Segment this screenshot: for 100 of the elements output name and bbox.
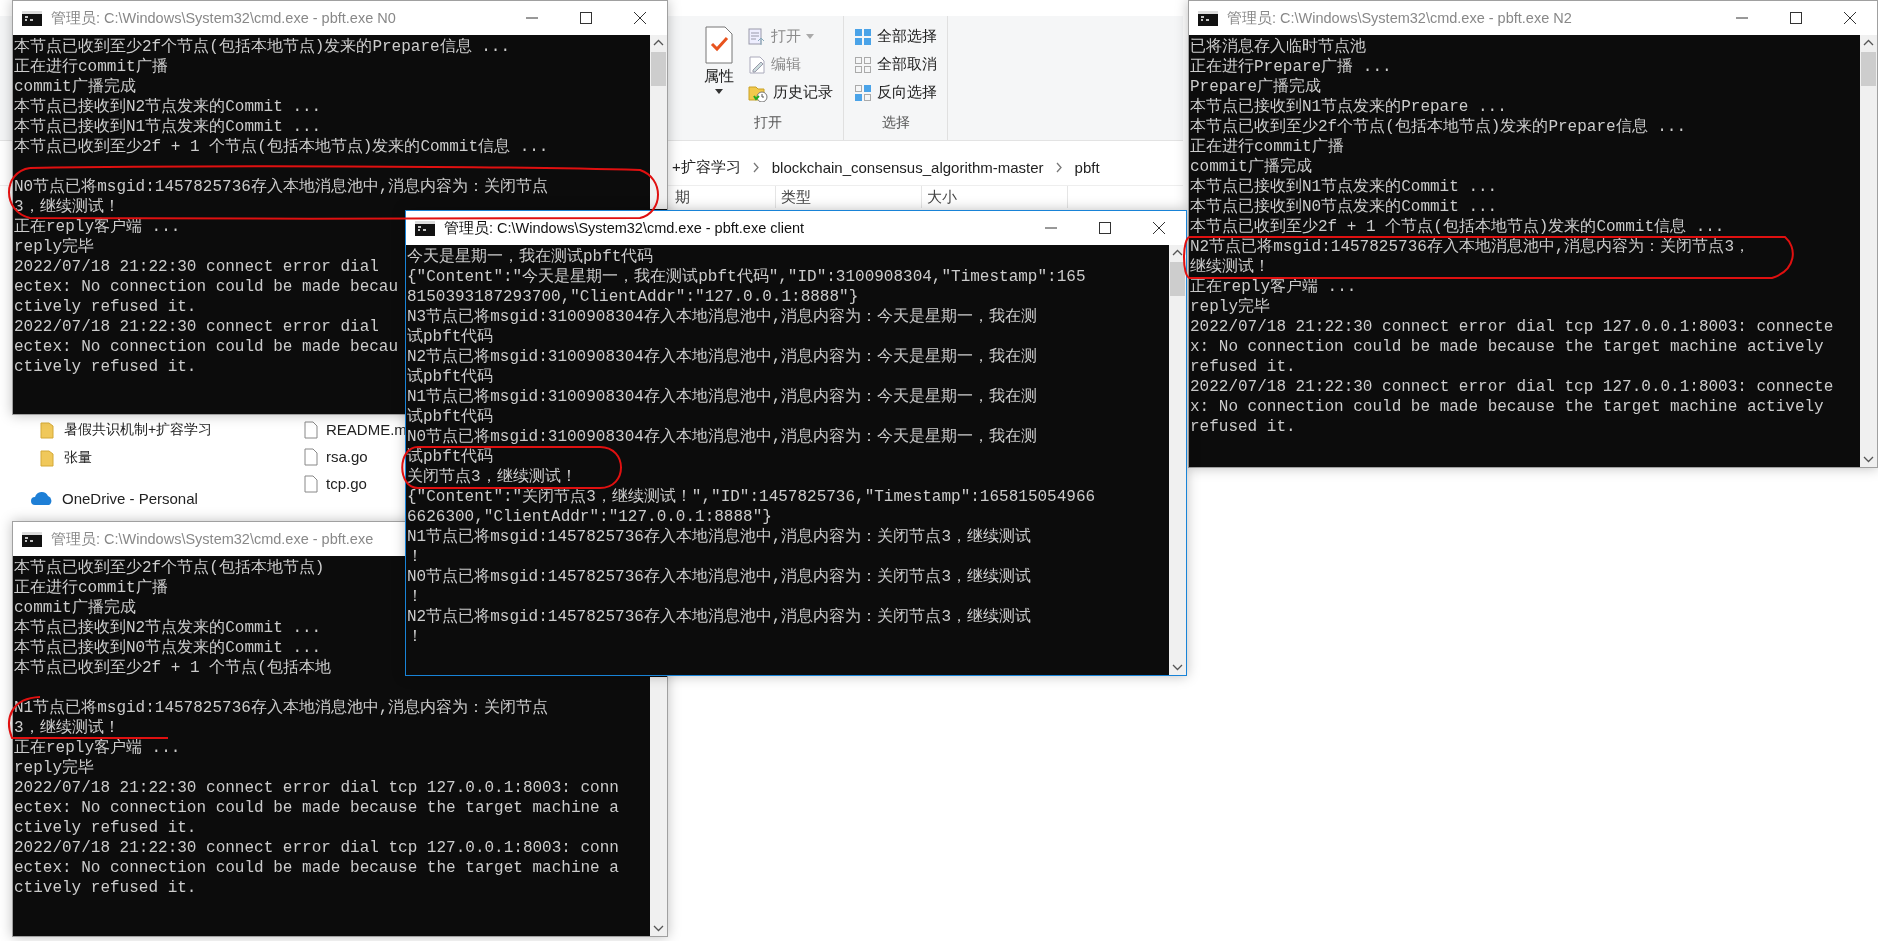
close-icon — [1844, 12, 1856, 24]
console-line: commit广播完成 — [14, 599, 136, 617]
file-item[interactable]: tcp.go — [300, 470, 407, 497]
close-icon — [1153, 222, 1165, 234]
cloud-icon — [30, 490, 54, 506]
breadcrumb-item[interactable]: +扩容学习 — [672, 157, 741, 177]
column-header[interactable]: 类型 — [776, 186, 922, 208]
properties-icon — [704, 26, 734, 64]
console-line: 本节点已收到至少2f + 1 个节点(包括本地节点)发来的Commit信息 ... — [1190, 218, 1725, 236]
caret-icon — [715, 89, 723, 94]
console-line: N2节点已将msgid:1457825736存入本地消息池中,消息内容为：关闭节点3， — [1190, 238, 1751, 256]
console-line: refused it. — [1190, 418, 1296, 436]
console-line: 试pbft代码 — [407, 328, 494, 346]
caret-icon — [806, 34, 814, 39]
chevron-right-icon — [752, 161, 760, 173]
close-icon — [634, 12, 646, 24]
console-line: 已将消息存入临时节点池 — [1190, 38, 1366, 56]
maximize-icon — [580, 12, 592, 24]
maximize-icon — [1099, 222, 1111, 234]
selectall-button[interactable]: 全部选择 — [852, 24, 939, 49]
console-line: 本节点已接收到N1节点发来的Commit ... — [14, 118, 322, 136]
console-line: ctively refused it. — [14, 298, 197, 316]
invert-selection-icon — [854, 83, 872, 102]
nav-item[interactable]: OneDrive - Personal — [0, 484, 300, 512]
properties-button[interactable]: 属性 — [700, 24, 738, 108]
console-line: 2022/07/18 21:22:30 connect error dial tcp 127.0.0.1:8003: connecte — [1190, 378, 1834, 396]
file-item[interactable]: rsa.go — [300, 443, 407, 470]
console-line: N0节点已将msgid:1457825736存入本地消息池中,消息内容为：关闭节点3，继续测试 — [407, 568, 1032, 586]
console-line: N2节点已将msgid:1457825736存入本地消息池中,消息内容为：关闭节点3，继续测试 — [407, 608, 1032, 626]
console-line: 2022/07/18 21:22:30 connect error dial — [14, 318, 379, 336]
console-line: Prepare广播完成 — [1190, 78, 1322, 96]
scrollbar[interactable] — [650, 35, 667, 209]
scrollbar[interactable] — [1860, 35, 1877, 467]
console-line: 正在进行commit广播 — [1190, 138, 1344, 156]
window-title: 管理员: C:\Windows\System32\cmd.exe - pbft.exe client — [444, 218, 805, 238]
console-line: {"Content":"今天是星期一，我在测试pbft代码","ID":3100908304,"Timestamp":165 — [407, 268, 1086, 286]
console-line: 2022/07/18 21:22:30 connect error dial tcp 127.0.0.1:8003: conn — [14, 839, 619, 857]
file-item[interactable]: README.m — [300, 416, 407, 443]
console-line: ectex: No connection could be made because the target machine a — [14, 859, 619, 877]
scrollbar-thumb[interactable] — [651, 52, 666, 86]
console-icon — [1198, 10, 1218, 26]
console-line: 8150393187293700,"ClientAddr":"127.0.0.1:8888"} — [407, 288, 859, 306]
scrollbar[interactable] — [1169, 245, 1186, 675]
file-icon — [304, 474, 318, 493]
console-line: ectex: No connection could be made because the target machine a — [14, 799, 619, 817]
breadcrumb-item[interactable]: blockchain_consensus_algorithm-master — [771, 158, 1044, 176]
console-line: 2022/07/18 21:22:30 connect error dial tcp 127.0.0.1:8003: conn — [14, 779, 619, 797]
scrollbar-thumb[interactable] — [1861, 52, 1876, 86]
console-line: 本节点已收到至少2f + 1 个节点(包括本地节点)发来的Commit信息 ... — [14, 138, 549, 156]
folder-icon — [40, 421, 54, 439]
console-line: ！ — [407, 588, 423, 606]
console-icon — [22, 10, 42, 26]
console-line: 试pbft代码 — [407, 408, 494, 426]
console-line: 正在进行commit广播 — [14, 58, 168, 76]
history-button[interactable]: 历史记录 — [746, 80, 835, 105]
console-line: ctively refused it. — [14, 819, 197, 837]
console-line: 正在reply客户端 ... — [14, 218, 181, 236]
console-line: ectex: No connection could be made becau — [14, 278, 399, 296]
pencil-document-icon — [748, 55, 766, 74]
folder-icon — [40, 449, 54, 467]
window-title: 管理员: C:\Windows\System32\cmd.exe - pbft.exe N0 — [51, 8, 396, 28]
console-line: 6626300,"ClientAddr":"127.0.0.1:8888"} — [407, 508, 772, 526]
column-header[interactable]: 大小 — [922, 186, 1068, 208]
console-line: 2022/07/18 21:22:30 connect error dial tcp 127.0.0.1:8003: connecte — [1190, 318, 1834, 336]
console-line: ！ — [407, 628, 423, 646]
console-line: 关闭节点3，继续测试！ — [407, 468, 577, 486]
nav-item[interactable]: 暑假共识机制+扩容学习 — [0, 416, 300, 444]
console-line: refused it. — [1190, 358, 1296, 376]
console-icon — [415, 220, 435, 236]
console-line: 3，继续测试！ — [14, 198, 120, 216]
nav-item[interactable]: 张量 — [0, 444, 300, 472]
ribbon-group-label: 选择 — [881, 114, 910, 132]
console-line: 本节点已接收到N2节点发来的Commit ... — [14, 619, 322, 637]
console-line: N0节点已将msgid:3100908304存入本地消息池中,消息内容为：今天是星期一，我在测 — [407, 428, 1038, 446]
window-title: 管理员: C:\Windows\System32\cmd.exe - pbft.exe N2 — [1227, 8, 1572, 28]
scrollbar-thumb[interactable] — [1170, 262, 1185, 296]
console-line: 正在reply客户端 ... — [14, 739, 181, 757]
console-line: 本节点已接收到N0节点发来的Commit ... — [1190, 198, 1498, 216]
console-line: 本节点已收到至少2f个节点(包括本地节点)发来的Prepare信息 ... — [14, 38, 511, 56]
console-line: 正在reply客户端 ... — [1190, 278, 1357, 296]
maximize-icon — [1790, 12, 1802, 24]
selectnone-button[interactable]: 全部取消 — [852, 52, 939, 77]
console-line: 2022/07/18 21:22:30 connect error dial — [14, 258, 379, 276]
console-line: 本节点已接收到N0节点发来的Commit ... — [14, 639, 322, 657]
console-line: x: No connection could be made because the target machine actively — [1190, 338, 1824, 356]
console-line: 本节点已收到至少2f个节点(包括本地节点) — [14, 559, 325, 577]
console-line: commit广播完成 — [1190, 158, 1312, 176]
console-line: N1节点已将msgid:3100908304存入本地消息池中,消息内容为：今天是星期一，我在测 — [407, 388, 1038, 406]
console-line: N0节点已将msgid:1457825736存入本地消息池中,消息内容为：关闭节点 — [14, 178, 549, 196]
console-line: 本节点已收到至少2f个节点(包括本地节点)发来的Prepare信息 ... — [1190, 118, 1687, 136]
scrollbar[interactable] — [650, 677, 667, 936]
invert-button[interactable]: 反向选择 — [852, 80, 939, 105]
column-header[interactable]: 期 — [670, 186, 776, 208]
console-line: 本节点已收到至少2f + 1 个节点(包括本地 — [14, 659, 331, 677]
console-line: reply完毕 — [1190, 298, 1270, 316]
window-title: 管理员: C:\Windows\System32\cmd.exe - pbft.exe — [51, 529, 374, 549]
folder-clock-icon — [748, 83, 768, 102]
console-line: 试pbft代码 — [407, 368, 494, 386]
document-list-icon — [748, 27, 766, 46]
breadcrumb-item[interactable]: pbft — [1074, 158, 1100, 176]
